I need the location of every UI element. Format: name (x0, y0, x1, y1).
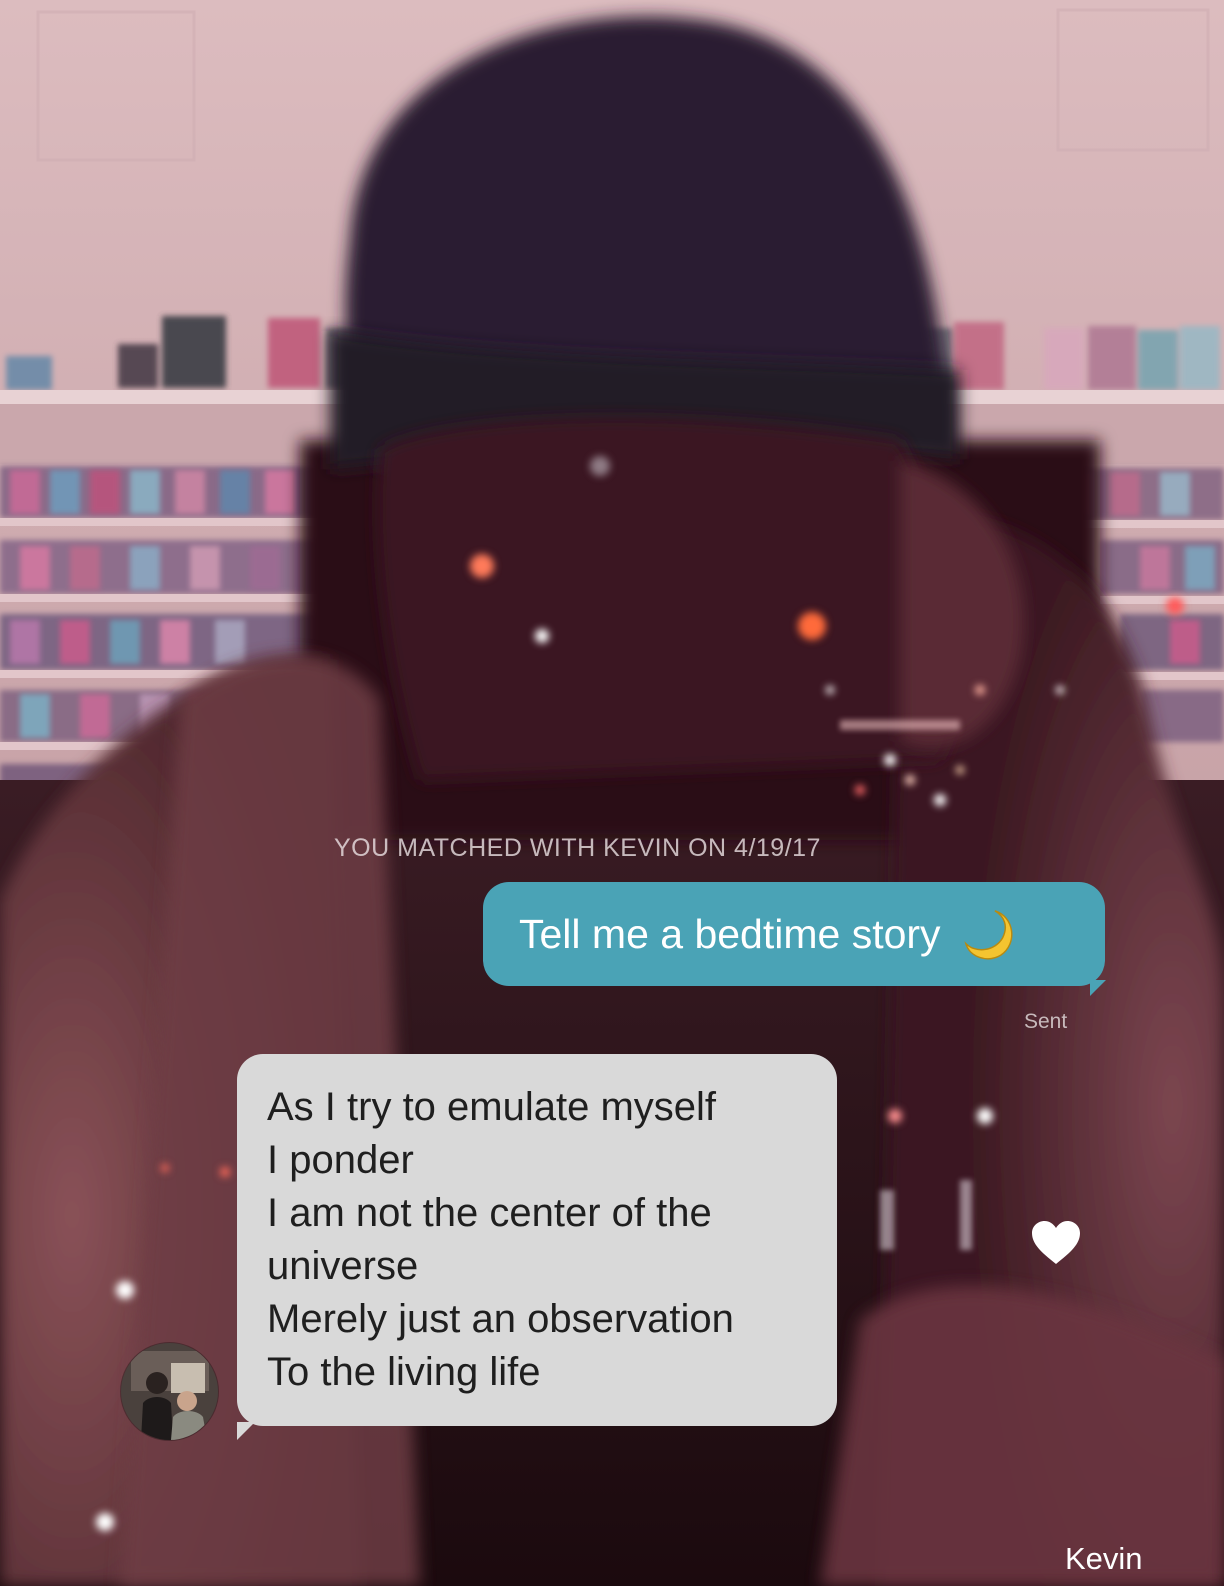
chat-screen: YOU MATCHED WITH KEVIN ON 4/19/17 Tell m… (0, 0, 1224, 1586)
sent-message-text: Tell me a bedtime story (519, 911, 941, 957)
sent-bubble-tail (1090, 980, 1106, 996)
sender-name: Kevin (1065, 1541, 1143, 1576)
received-bubble-tail (237, 1422, 255, 1440)
message-line: Merely just an observation (267, 1297, 734, 1341)
message-line: To the living life (267, 1350, 541, 1394)
received-message-bubble[interactable]: As I try to emulate myself I ponder I am… (237, 1054, 837, 1440)
message-line: As I try to emulate myself (267, 1085, 717, 1129)
sender-avatar[interactable] (121, 1343, 218, 1440)
sent-message-bubble[interactable]: Tell me a bedtime story (483, 882, 1106, 996)
match-date-banner: YOU MATCHED WITH KEVIN ON 4/19/17 (334, 834, 821, 862)
profile-photo-avatar (121, 1343, 218, 1440)
message-line: I am not the center of the (267, 1191, 712, 1235)
message-line: universe (267, 1244, 419, 1288)
crescent-moon-icon (964, 910, 1013, 960)
heart-icon[interactable] (1031, 1220, 1081, 1266)
message-status: Sent (1024, 1010, 1068, 1033)
message-line: I ponder (267, 1138, 414, 1182)
